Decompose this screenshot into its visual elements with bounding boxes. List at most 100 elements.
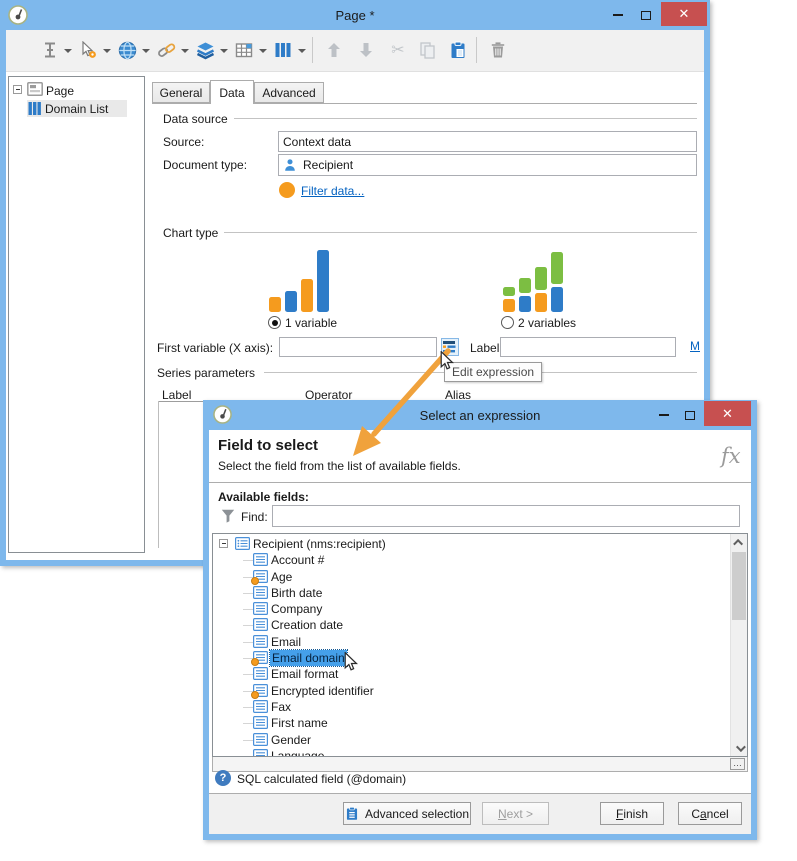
tree-collapse-icon[interactable] [219, 539, 228, 548]
page-node-icon [27, 82, 43, 96]
list-item[interactable]: First name [213, 715, 729, 731]
tree-node-domain-list[interactable]: Domain List [27, 100, 127, 117]
m-link[interactable]: M [690, 339, 700, 353]
close-icon: ✕ [722, 405, 733, 421]
globe-dropdown-icon[interactable] [142, 49, 150, 53]
minimize-button[interactable] [605, 6, 631, 24]
list-item-selected[interactable]: Email domain [213, 649, 729, 668]
pointer-settings-button[interactable] [78, 40, 98, 60]
move-up-button[interactable] [324, 40, 344, 60]
calculated-field-icon [251, 658, 259, 667]
structure-tree-panel: Page Domain List [8, 76, 145, 553]
document-type-label: Document type: [163, 158, 248, 172]
finish-button[interactable]: Finish [600, 802, 664, 825]
two-variables-label: 2 variables [518, 316, 577, 330]
scrollbar-thumb[interactable] [732, 552, 746, 620]
two-variables-chart-icon[interactable] [503, 246, 563, 312]
dialog-maximize-button[interactable] [678, 406, 702, 424]
list-item-label: First name [271, 716, 328, 731]
minimize-icon [659, 414, 669, 416]
list-item[interactable]: Creation date [213, 617, 729, 633]
list-item[interactable]: Fax [213, 699, 729, 715]
layers-dropdown-icon[interactable] [220, 49, 228, 53]
filter-data-link[interactable]: Filter data... [301, 184, 364, 198]
delete-button[interactable] [488, 40, 508, 60]
link-button[interactable] [156, 40, 176, 60]
list-item[interactable]: Company [213, 601, 729, 617]
one-variable-chart-icon[interactable] [269, 246, 329, 312]
group-chart-type-line [224, 232, 697, 233]
filter-funnel-icon [221, 509, 235, 523]
group-data-source: Data source [163, 112, 228, 126]
tab-data[interactable]: Data [210, 80, 254, 104]
scissors-icon: ✂ [391, 42, 405, 59]
recipient-icon [283, 158, 297, 172]
list-item[interactable]: Encrypted identifier [213, 683, 729, 699]
series-table-left-border [158, 401, 159, 548]
footer: Advanced selection Next > Finish Cancel [209, 794, 751, 834]
layers-button[interactable] [195, 40, 215, 60]
two-variables-radio[interactable] [501, 316, 514, 329]
list-item-label: Creation date [271, 618, 344, 633]
list-item-label: Encrypted identifier [271, 683, 374, 698]
link-dropdown-icon[interactable] [181, 49, 189, 53]
maximize-button[interactable] [633, 6, 659, 24]
ellipsis-button[interactable]: … [730, 758, 745, 770]
scroll-up-button[interactable] [731, 534, 747, 550]
chevron-down-icon [735, 741, 746, 752]
pointer-settings-dropdown-icon[interactable] [103, 49, 111, 53]
table-button[interactable] [234, 40, 254, 60]
table-dropdown-icon[interactable] [259, 49, 267, 53]
globe-button[interactable] [117, 40, 137, 60]
dialog-close-button[interactable]: ✕ [704, 401, 751, 426]
find-input[interactable] [272, 505, 740, 527]
first-variable-input[interactable] [279, 337, 437, 357]
list-item[interactable]: Recipient (nms:recipient) [213, 536, 729, 552]
next-button[interactable]: Next > [482, 802, 549, 825]
move-down-button[interactable] [356, 40, 376, 60]
list-item[interactable]: Birth date [213, 585, 729, 601]
dialog-minimize-button[interactable] [652, 406, 676, 424]
dialog-titlebar[interactable]: Select an expression ✕ [203, 400, 757, 430]
mouse-cursor [344, 652, 360, 671]
axis-label-input[interactable] [500, 337, 676, 357]
list-item[interactable]: Gender [213, 732, 729, 748]
page-window-titlebar[interactable]: Page * ✕ [0, 0, 710, 30]
tree-collapse-icon[interactable] [13, 85, 22, 94]
one-variable-radio[interactable] [268, 316, 281, 329]
available-fields-label: Available fields: [218, 490, 309, 504]
field-tool-button[interactable] [40, 40, 60, 60]
scroll-down-button[interactable] [731, 740, 747, 756]
cancel-button[interactable]: Cancel [678, 802, 742, 825]
list-item-label: Fax [271, 699, 292, 714]
minimize-icon [613, 14, 623, 16]
one-variable-label: 1 variable [285, 316, 338, 330]
paste-button[interactable] [448, 40, 468, 60]
tooltip-content: Edit expression [452, 365, 535, 379]
tab-general[interactable]: General [152, 82, 210, 103]
list-item-label: Birth date [271, 585, 323, 600]
list-scrollbar[interactable] [730, 534, 747, 756]
tree-node-domain-list-label: Domain List [45, 102, 109, 116]
page-window-title: Page * [335, 7, 375, 23]
list-item-label: Email [271, 634, 302, 649]
close-button[interactable]: ✕ [661, 2, 707, 26]
columns-chart-dropdown-icon[interactable] [298, 49, 306, 53]
copy-button[interactable] [418, 40, 438, 60]
main-toolbar: ✂ [6, 30, 704, 72]
cut-button[interactable]: ✂ [388, 40, 408, 60]
columns-chart-button[interactable] [273, 40, 293, 60]
list-item[interactable]: Age [213, 569, 729, 585]
field-tool-dropdown-icon[interactable] [64, 49, 72, 53]
source-input[interactable] [278, 131, 697, 152]
group-chart-type: Chart type [163, 226, 219, 240]
available-fields-list[interactable]: Recipient (nms:recipient) Account # Age … [212, 533, 748, 757]
document-type-field[interactable]: Recipient [278, 154, 697, 176]
list-item[interactable]: Email format [213, 666, 729, 682]
tab-advanced[interactable]: Advanced [254, 82, 324, 103]
advanced-selection-button[interactable]: Advanced selection [343, 802, 471, 825]
tree-node-page[interactable]: Page [46, 84, 74, 98]
list-item[interactable]: Account # [213, 552, 729, 568]
list-item[interactable]: Email [213, 634, 729, 650]
list-item[interactable]: Language [213, 748, 729, 756]
